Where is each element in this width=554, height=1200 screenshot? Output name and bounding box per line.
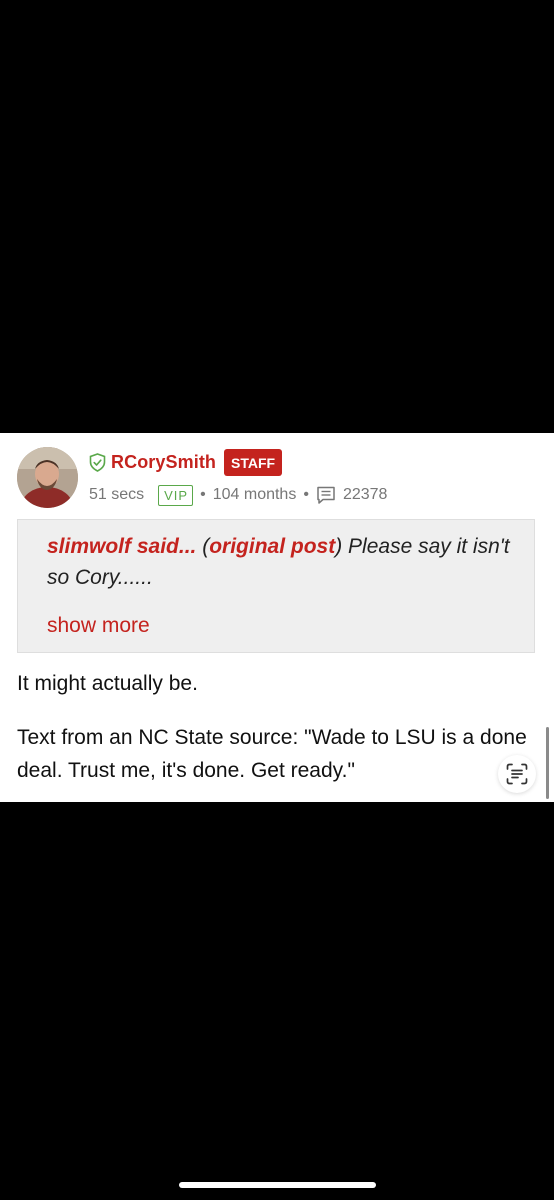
vip-badge: VIP xyxy=(158,484,194,506)
quote-author-link[interactable]: slimwolf said... xyxy=(47,535,196,558)
staff-badge: STAFF xyxy=(224,448,283,476)
scrollbar[interactable] xyxy=(546,727,549,799)
avatar[interactable] xyxy=(17,447,78,508)
quoted-post: slimwolf said... (original post) Please … xyxy=(17,519,535,653)
forum-post: RCorySmith STAFF 51 secs VIP • 104 month… xyxy=(0,433,554,802)
post-body-line: It might actually be. xyxy=(17,672,198,695)
post-time[interactable]: 51 secs xyxy=(89,486,144,504)
post-count[interactable]: 22378 xyxy=(343,486,388,504)
phone-screen: RCorySmith STAFF 51 secs VIP • 104 month… xyxy=(0,0,554,1200)
username-link[interactable]: RCorySmith xyxy=(111,452,216,473)
meta-separator: • xyxy=(303,486,309,503)
post-body-paragraph: Text from an NC State source: "Wade to L… xyxy=(17,726,527,782)
quote-text: slimwolf said... (original post) Please … xyxy=(47,531,517,593)
original-post-link[interactable]: original post xyxy=(209,535,335,558)
meta-separator: • xyxy=(200,486,206,503)
shield-check-icon xyxy=(89,452,106,472)
quote-open-paren: ( xyxy=(196,535,210,558)
comment-lines-icon xyxy=(317,486,335,504)
home-indicator[interactable] xyxy=(179,1182,376,1188)
membership-duration: 104 months xyxy=(212,486,297,503)
show-more-link[interactable]: show more xyxy=(47,614,150,638)
live-text-icon[interactable] xyxy=(498,755,536,793)
post-meta: 51 secs VIP • 104 months • 22378 xyxy=(89,483,387,507)
username-row: RCorySmith STAFF xyxy=(89,448,283,476)
